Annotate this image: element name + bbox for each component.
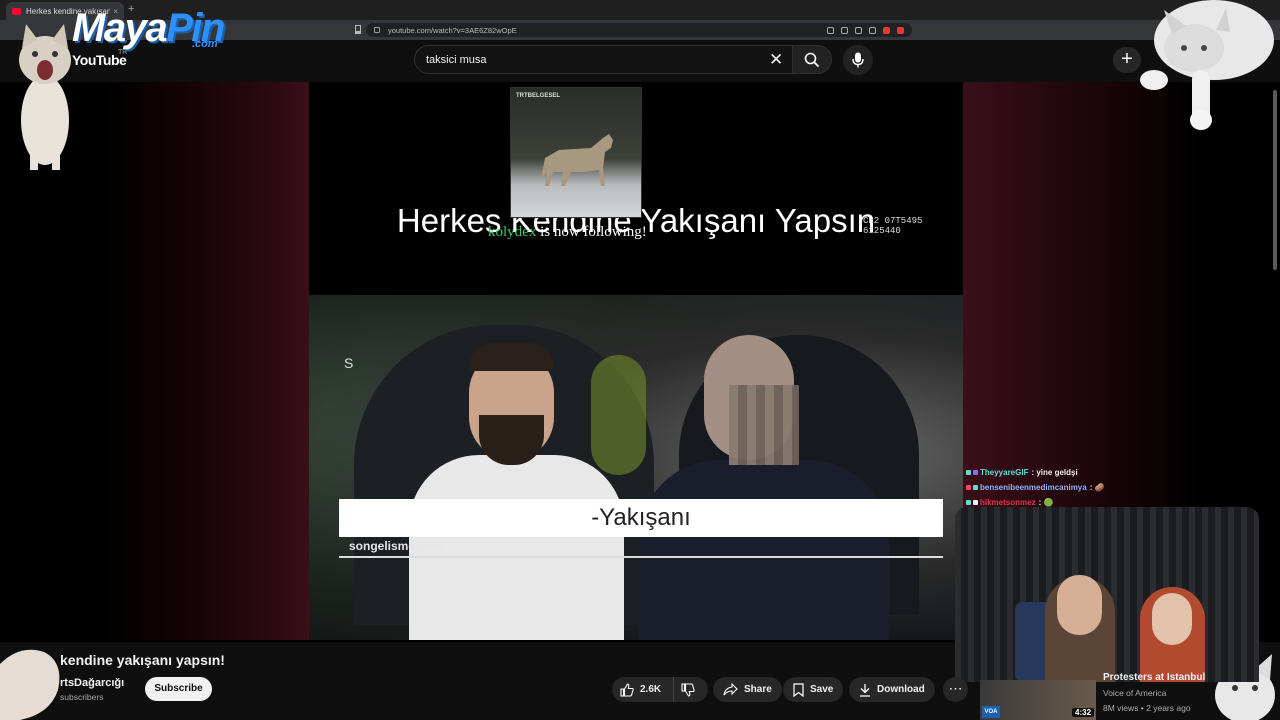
streamer-face bbox=[1057, 575, 1102, 635]
voa-logo: VOA bbox=[982, 706, 1000, 718]
subtitle-underline bbox=[339, 556, 943, 558]
dashcam-stamp: CH2 07T5495 6125440 bbox=[863, 216, 923, 236]
channel-name[interactable]: rtsDağarcığı bbox=[60, 677, 124, 689]
hand-sticker bbox=[0, 649, 60, 720]
youtube-favicon-icon bbox=[12, 7, 21, 15]
video-title: kendine yakışanı yapsın! bbox=[60, 652, 225, 668]
address-bar[interactable]: youtube.com/watch?v=3AE6Z82wOpE bbox=[366, 23, 912, 37]
ambient-glow-left bbox=[100, 82, 310, 640]
cat-sticker-right bbox=[1140, 0, 1274, 130]
like-dislike-group: 2.6K bbox=[612, 677, 708, 702]
chat-badge-icon bbox=[966, 470, 971, 475]
stream-chat: TheyyareGIF : yine geldşi bensenibeenmed… bbox=[966, 465, 1166, 510]
thumbs-down-icon bbox=[681, 682, 695, 697]
follow-alert: kolydex is now following! bbox=[488, 224, 647, 241]
streamer-webcam bbox=[955, 507, 1259, 682]
address-url: youtube.com/watch?v=3AE6Z82wOpE bbox=[388, 25, 517, 35]
search-button[interactable] bbox=[792, 45, 832, 74]
chat-badge-icon bbox=[966, 500, 971, 505]
voice-search-button[interactable] bbox=[843, 45, 873, 75]
follow-alert-text: is now following! bbox=[536, 224, 647, 240]
video-frame-car-interior: S bbox=[309, 295, 963, 640]
bookmark-save-icon bbox=[793, 682, 804, 697]
chat-username[interactable]: bensenibeenmedimcanimya bbox=[980, 480, 1087, 495]
screen: Herkes kendine yakışanı yapsın × + youtu… bbox=[0, 0, 1280, 720]
more-actions-button[interactable]: ⋯ bbox=[943, 677, 968, 702]
video-duration: 4:32 bbox=[1072, 708, 1095, 717]
share-page-icon[interactable] bbox=[855, 26, 862, 34]
like-button[interactable]: 2.6K bbox=[612, 677, 674, 702]
dislike-button[interactable] bbox=[674, 677, 708, 702]
page-scrollbar[interactable] bbox=[1273, 90, 1277, 270]
extension-icon[interactable] bbox=[883, 26, 890, 34]
subscriber-count: subscribers bbox=[60, 692, 104, 702]
search-box[interactable] bbox=[414, 45, 794, 74]
chat-username[interactable]: TheyyareGIF bbox=[980, 465, 1028, 480]
recommended-channel[interactable]: Voice of America bbox=[1103, 688, 1166, 698]
trt-label: TRTBELGESEL bbox=[516, 93, 561, 99]
cat-sticker-left bbox=[19, 24, 71, 170]
share-button[interactable]: Share bbox=[713, 677, 782, 702]
wolf-image bbox=[541, 134, 613, 186]
green-headrest bbox=[591, 355, 646, 475]
trt-belgesel-overlay: TRTBELGESEL bbox=[510, 87, 642, 218]
video-watermark: songelisme.com bbox=[349, 539, 444, 553]
bookmark-icon[interactable] bbox=[355, 25, 361, 34]
clear-search-icon[interactable]: ✕ bbox=[769, 51, 783, 68]
search-input[interactable] bbox=[426, 53, 766, 66]
chat-badge-icon bbox=[973, 500, 978, 505]
save-button[interactable]: Save bbox=[783, 677, 844, 702]
subtitle-bar: -Yakışanı bbox=[339, 499, 943, 537]
thumbs-up-icon bbox=[620, 682, 634, 697]
share-icon bbox=[723, 683, 738, 696]
chat-message: bensenibeenmedimcanimya : 🥔 bbox=[966, 480, 1166, 495]
download-label: Download bbox=[877, 684, 925, 695]
site-info-icon[interactable] bbox=[374, 27, 380, 33]
microphone-icon bbox=[852, 52, 864, 68]
download-button[interactable]: Download bbox=[849, 677, 935, 702]
chat-badge-icon bbox=[966, 485, 971, 490]
recommended-meta: 8M views • 2 years ago bbox=[1103, 703, 1191, 713]
passenger-body bbox=[639, 460, 889, 640]
cast-icon[interactable] bbox=[841, 26, 848, 34]
pixelated-face bbox=[729, 385, 799, 465]
side-mark: S bbox=[344, 355, 354, 371]
chat-badge-icon bbox=[973, 485, 978, 490]
guest-face bbox=[1152, 593, 1192, 645]
bookmark-star-icon[interactable] bbox=[869, 26, 876, 34]
chat-badge-icon bbox=[973, 470, 978, 475]
chat-text: : yine geldşi bbox=[1031, 468, 1078, 477]
extension-icon-2[interactable] bbox=[897, 26, 904, 34]
search-icon bbox=[804, 52, 820, 67]
chat-text: : 🥔 bbox=[1089, 483, 1105, 492]
chat-message: TheyyareGIF : yine geldşi bbox=[966, 465, 1166, 480]
download-icon bbox=[860, 683, 870, 697]
driver-hair bbox=[469, 343, 554, 371]
save-label: Save bbox=[810, 684, 834, 695]
mayapin-logo-domain: .com bbox=[192, 38, 218, 50]
recommended-video-title[interactable]: Protesters at Istanbul bbox=[1103, 672, 1213, 683]
mayapin-logo-maya: Maya bbox=[72, 6, 168, 50]
share-label: Share bbox=[744, 684, 772, 695]
follow-alert-user: kolydex bbox=[488, 224, 537, 240]
subscribe-button[interactable]: Subscribe bbox=[145, 677, 212, 701]
zoom-icon[interactable] bbox=[827, 26, 834, 34]
like-count: 2.6K bbox=[640, 684, 662, 695]
